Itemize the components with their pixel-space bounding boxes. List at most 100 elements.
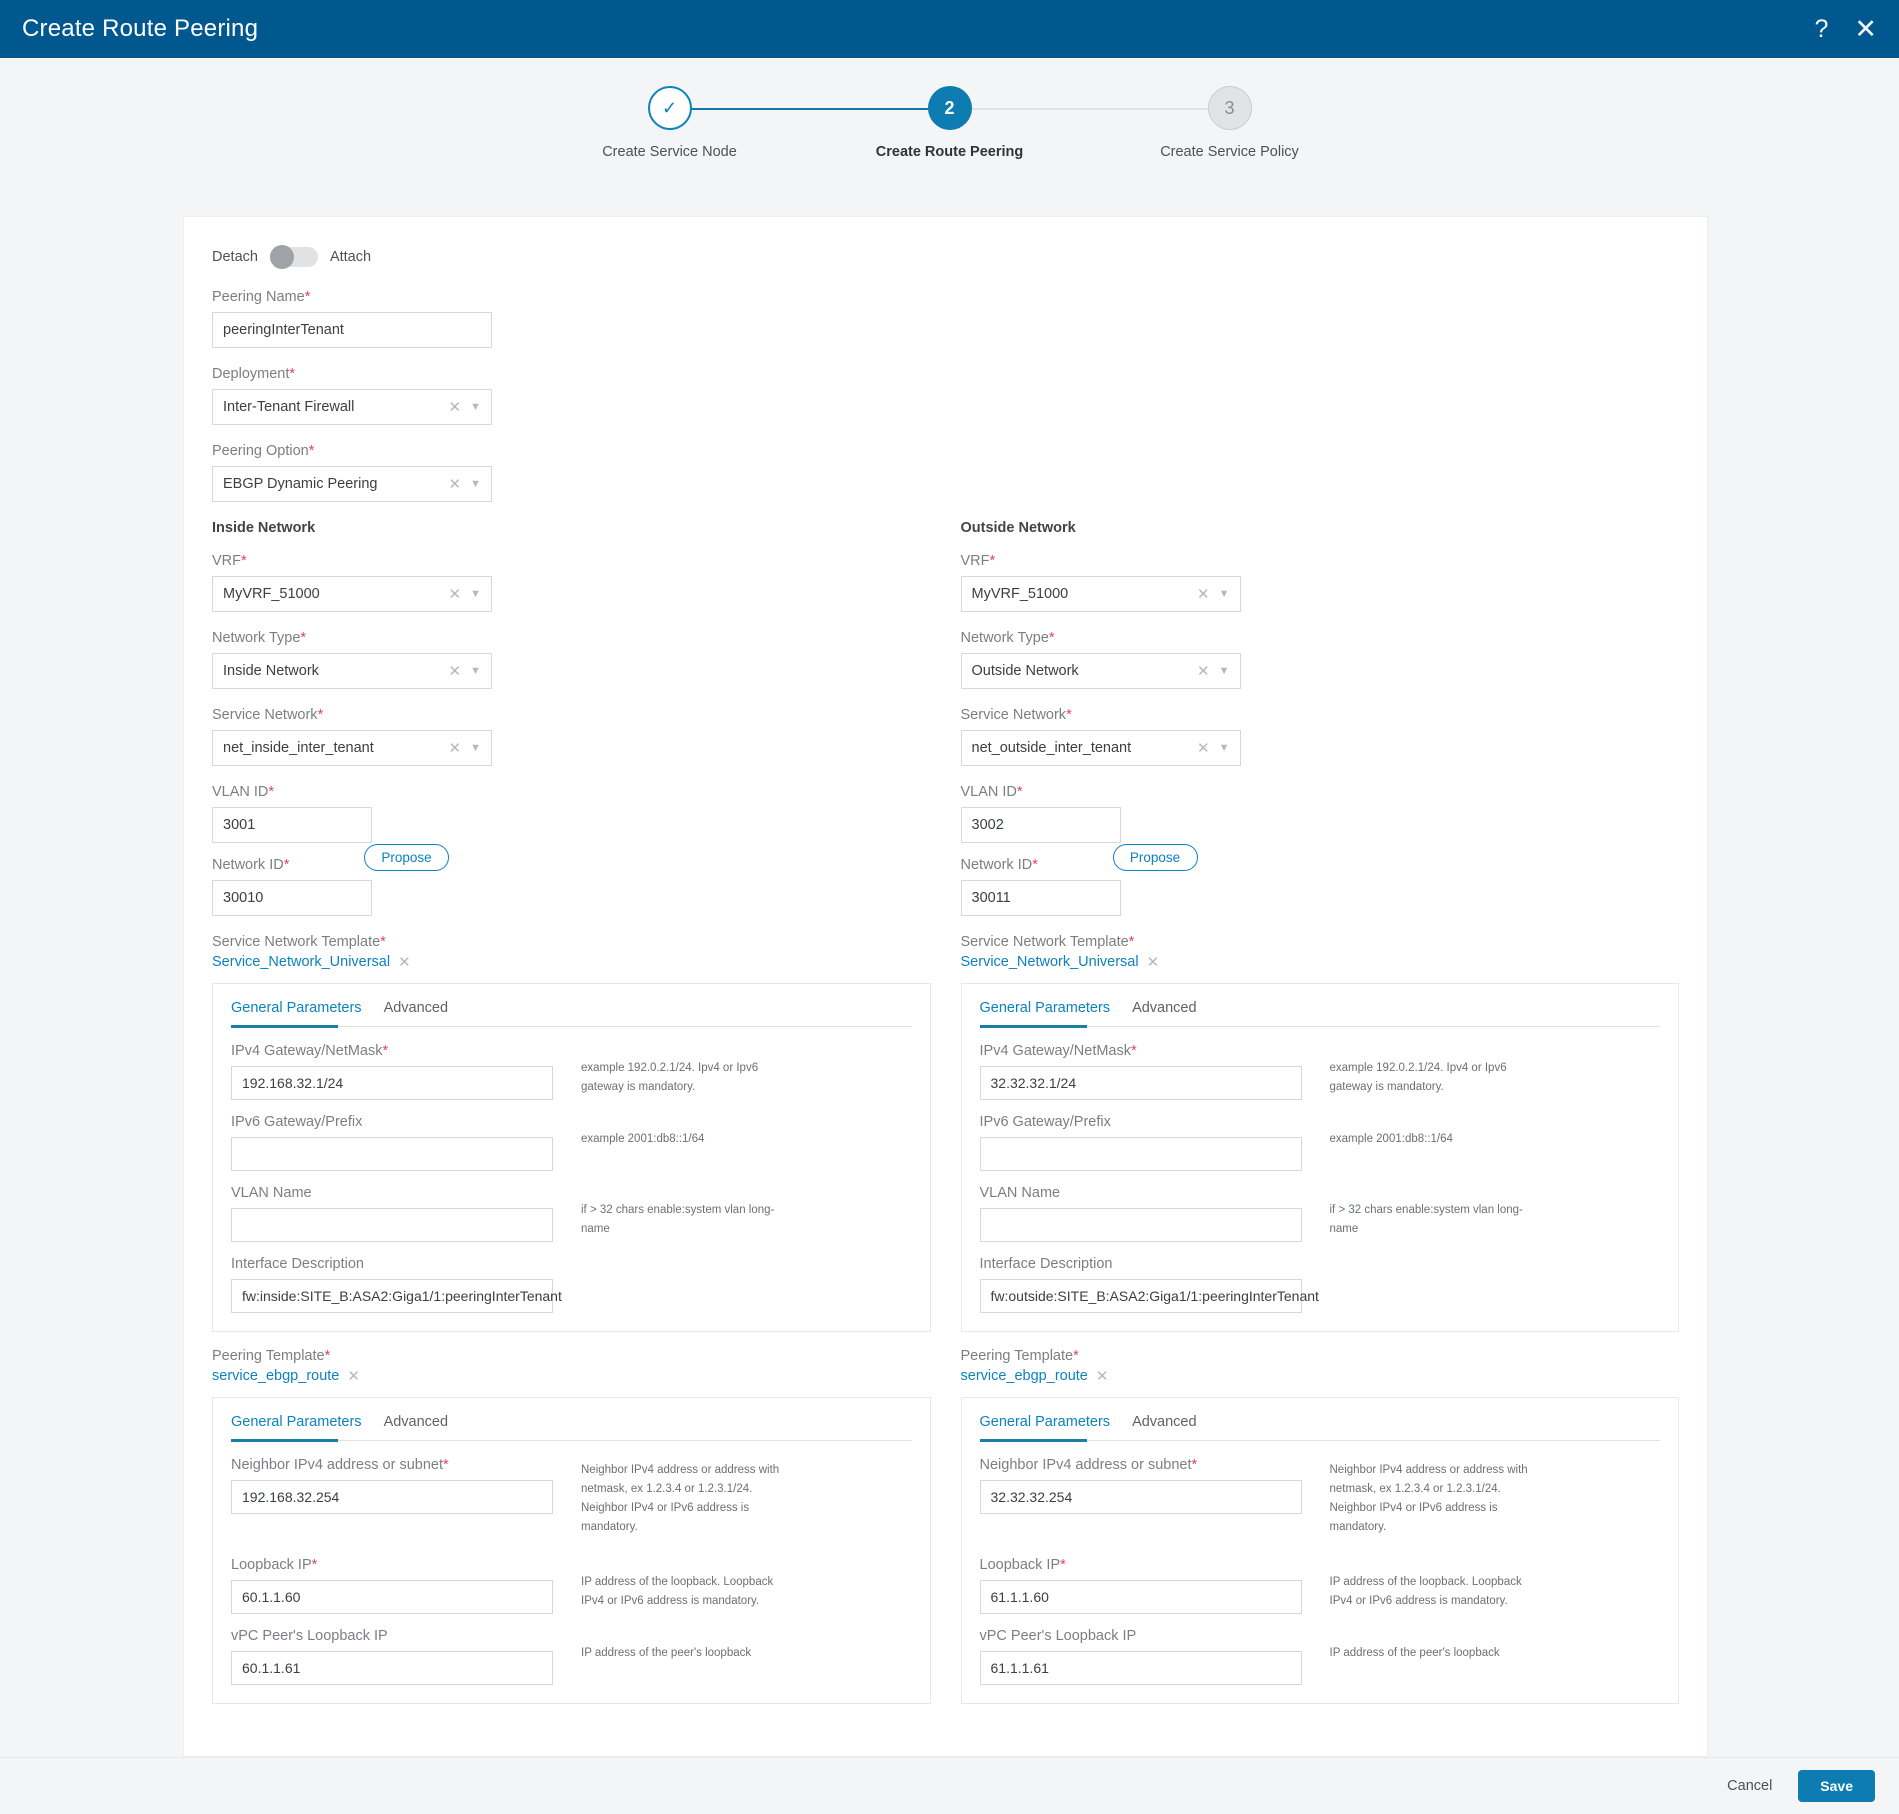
save-button[interactable]: Save <box>1798 1770 1875 1802</box>
chevron-down-icon[interactable]: ▼ <box>470 401 481 413</box>
inside-vpc-peer-loopback-group: vPC Peer's Loopback IP 60.1.1.61 IP addr… <box>231 1628 912 1685</box>
peering-option-label: Peering Option* <box>212 443 315 459</box>
inside-ipv6-gateway-group: IPv6 Gateway/Prefix example 2001:db8::1/… <box>231 1114 912 1171</box>
inside-vlan-name-input[interactable] <box>231 1208 553 1242</box>
inside-neighbor-ipv4-input[interactable]: 192.168.32.254 <box>231 1480 553 1514</box>
network-columns: Inside Network VRF* MyVRF_51000 ✕ ▼ Netw… <box>212 520 1679 1720</box>
peering-name-input[interactable]: peeringInterTenant <box>212 312 492 348</box>
outside-vlan-id-input[interactable]: 3002 <box>960 807 1121 843</box>
outside-loopback-ip-label: Loopback IP* <box>979 1557 1066 1573</box>
inside-neighbor-ipv4-label: Neighbor IPv4 address or subnet* <box>231 1457 449 1473</box>
inside-propose-button[interactable]: Propose <box>364 844 449 871</box>
chevron-down-icon[interactable]: ▼ <box>470 665 481 677</box>
chevron-down-icon[interactable]: ▼ <box>1219 588 1230 600</box>
outside-ipv6-gateway-input[interactable] <box>979 1137 1302 1171</box>
outside-peering-template-link[interactable]: service_ebgp_route ✕ <box>961 1367 1680 1385</box>
inside-service-network-template-group: Service Network Template* Service_Networ… <box>212 934 931 971</box>
outside-network-id-input[interactable]: 30011 <box>960 880 1121 916</box>
tab-general-parameters[interactable]: General Parameters <box>231 1000 362 1016</box>
outside-vlan-name-input[interactable] <box>979 1208 1302 1242</box>
outside-peering-template-group: Peering Template* service_ebgp_route ✕ <box>961 1348 1680 1385</box>
outside-peering-template-value: service_ebgp_route <box>960 1368 1088 1384</box>
inside-service-network-select[interactable]: net_inside_inter_tenant ✕ ▼ <box>212 730 492 766</box>
tab-general-parameters[interactable]: General Parameters <box>980 1000 1111 1016</box>
outside-vlan-name-label: VLAN Name <box>979 1185 1061 1201</box>
inside-vrf-group: VRF* MyVRF_51000 ✕ ▼ <box>212 553 931 612</box>
titlebar-actions: ? ✕ <box>1814 15 1877 43</box>
outside-propose-button[interactable]: Propose <box>1112 844 1198 871</box>
peering-option-select[interactable]: EBGP Dynamic Peering ✕ ▼ <box>212 466 492 502</box>
chevron-down-icon[interactable]: ▼ <box>1219 665 1230 677</box>
chevron-down-icon[interactable]: ▼ <box>1219 742 1230 754</box>
tab-general-parameters[interactable]: General Parameters <box>231 1414 362 1430</box>
step-create-service-node[interactable]: ✓ Create Service Node <box>530 86 810 160</box>
outside-service-network-template-link[interactable]: Service_Network_Universal ✕ <box>961 953 1680 971</box>
outside-ipv4-gateway-input[interactable]: 32.32.32.1/24 <box>979 1066 1302 1100</box>
outside-loopback-ip-input[interactable]: 61.1.1.60 <box>979 1580 1302 1614</box>
outside-peering-template-label: Peering Template* <box>960 1348 1079 1364</box>
inside-vpc-peer-loopback-input[interactable]: 60.1.1.61 <box>231 1651 553 1685</box>
outside-vrf-select[interactable]: MyVRF_51000 ✕ ▼ <box>960 576 1241 612</box>
clear-icon[interactable]: ✕ <box>449 662 462 680</box>
tab-advanced[interactable]: Advanced <box>1132 1000 1197 1016</box>
outside-interface-description-label: Interface Description <box>979 1256 1113 1272</box>
outside-network-heading: Outside Network <box>960 520 1076 536</box>
inside-network-tabs: General Parameters Advanced <box>231 1000 912 1026</box>
outside-vrf-group: VRF* MyVRF_51000 ✕ ▼ <box>960 553 1680 612</box>
outside-vrf-label: VRF* <box>960 553 996 569</box>
inside-network-id-input[interactable]: 30010 <box>212 880 372 916</box>
clear-icon[interactable]: ✕ <box>1197 662 1210 680</box>
inside-interface-description-input[interactable]: fw:inside:SITE_B:ASA2:Giga1/1:peeringInt… <box>231 1279 562 1313</box>
clear-icon[interactable]: ✕ <box>449 585 462 603</box>
inside-vlan-id-input[interactable]: 3001 <box>212 807 372 843</box>
outside-service-network-select[interactable]: net_outside_inter_tenant ✕ ▼ <box>960 730 1241 766</box>
inside-peering-template-link[interactable]: service_ebgp_route ✕ <box>212 1367 931 1385</box>
outside-vpc-peer-loopback-help: IP address of the peer's loopback <box>1329 1647 1500 1659</box>
close-icon[interactable]: ✕ <box>1854 15 1877 43</box>
step-create-service-policy[interactable]: 3 Create Service Policy <box>1090 86 1370 160</box>
chevron-down-icon[interactable]: ▼ <box>470 588 481 600</box>
tab-advanced[interactable]: Advanced <box>1132 1414 1197 1430</box>
attach-detach-toggle-row: Detach Attach <box>212 245 1679 269</box>
inside-network-type-select[interactable]: Inside Network ✕ ▼ <box>212 653 492 689</box>
inside-ipv6-gateway-input[interactable] <box>231 1137 553 1171</box>
inside-service-network-template-link[interactable]: Service_Network_Universal ✕ <box>212 953 931 971</box>
clear-icon[interactable]: ✕ <box>1197 739 1210 757</box>
step-2-circle: 2 <box>927 86 972 130</box>
inside-network-type-group: Network Type* Inside Network ✕ ▼ <box>212 630 931 689</box>
deployment-select[interactable]: Inter-Tenant Firewall ✕ ▼ <box>212 389 492 425</box>
attach-detach-switch[interactable] <box>269 245 318 269</box>
outside-peering-tabs: General Parameters Advanced <box>980 1414 1661 1440</box>
remove-icon[interactable]: ✕ <box>347 1367 360 1385</box>
outside-interface-description-input[interactable]: fw:outside:SITE_B:ASA2:Giga1/1:peeringIn… <box>979 1279 1319 1313</box>
outside-neighbor-ipv4-input[interactable]: 32.32.32.254 <box>979 1480 1302 1514</box>
outside-vlan-id-label: VLAN ID* <box>960 784 1023 800</box>
help-icon[interactable]: ? <box>1814 16 1828 42</box>
remove-icon[interactable]: ✕ <box>1096 1367 1109 1385</box>
outside-peering-tabs-underline <box>979 1439 1660 1442</box>
tab-advanced[interactable]: Advanced <box>384 1414 449 1430</box>
clear-icon[interactable]: ✕ <box>449 398 462 416</box>
outside-vpc-peer-loopback-input[interactable]: 61.1.1.61 <box>979 1651 1302 1685</box>
inside-loopback-ip-input[interactable]: 60.1.1.60 <box>231 1580 553 1614</box>
inside-peering-params-panel: General Parameters Advanced Neighbor IPv… <box>212 1397 931 1704</box>
step-3-label: Create Service Policy <box>1160 144 1299 160</box>
chevron-down-icon[interactable]: ▼ <box>470 742 481 754</box>
chevron-down-icon[interactable]: ▼ <box>470 478 481 490</box>
clear-icon[interactable]: ✕ <box>449 739 462 757</box>
outside-network-id-label: Network ID* <box>960 857 1038 873</box>
inside-network-id-label: Network ID* <box>212 857 290 873</box>
inside-ipv4-gateway-input[interactable]: 192.168.32.1/24 <box>231 1066 553 1100</box>
outside-network-type-select[interactable]: Outside Network ✕ ▼ <box>960 653 1241 689</box>
clear-icon[interactable]: ✕ <box>449 475 462 493</box>
inside-vrf-select[interactable]: MyVRF_51000 ✕ ▼ <box>212 576 492 612</box>
wizard-stepper: ✓ Create Service Node 2 Create Route Pee… <box>0 58 1899 170</box>
step-create-route-peering[interactable]: 2 Create Route Peering <box>810 86 1090 160</box>
cancel-button[interactable]: Cancel <box>1727 1778 1772 1794</box>
tab-advanced[interactable]: Advanced <box>384 1000 449 1016</box>
remove-icon[interactable]: ✕ <box>1147 953 1160 971</box>
tab-general-parameters[interactable]: General Parameters <box>980 1414 1111 1430</box>
peering-option-group: Peering Option* EBGP Dynamic Peering ✕ ▼ <box>212 443 1679 502</box>
remove-icon[interactable]: ✕ <box>398 953 411 971</box>
clear-icon[interactable]: ✕ <box>1197 585 1210 603</box>
